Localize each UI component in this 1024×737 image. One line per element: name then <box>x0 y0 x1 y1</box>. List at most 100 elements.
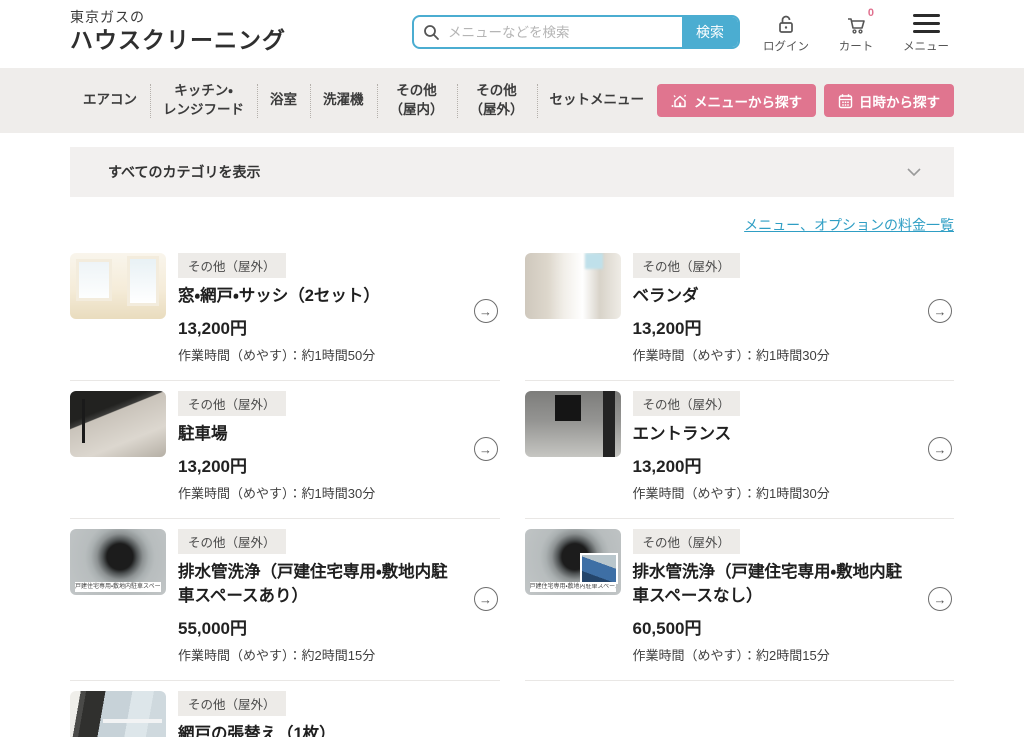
card-image <box>525 253 621 319</box>
card-body: その他（屋外） 排水管洗浄（戸建住宅専用・敷地内駐車スペースあり） 55,000… <box>178 529 500 664</box>
card-category-tag: その他（屋外） <box>178 529 286 554</box>
category-nav: エアコン キッチン・ レンジフード 浴室 洗濯機 その他 （屋内） その他 （屋… <box>0 68 1024 133</box>
header-links: ログイン 0 カート メニュー <box>758 11 954 54</box>
arrow-right-icon: → <box>934 442 947 457</box>
card-image <box>70 391 166 457</box>
nav-item-set-menu[interactable]: セットメニュー <box>537 91 658 109</box>
card-title: 網戸の張替え（1枚） <box>178 723 456 737</box>
search-icon <box>414 17 440 47</box>
service-card[interactable]: その他（屋外） エントランス 13,200円 作業時間（めやす）：約1時間30分… <box>525 381 955 519</box>
card-price: 60,500円 <box>633 614 911 639</box>
lock-icon <box>776 11 796 35</box>
cards-grid: その他（屋外） 窓・網戸・サッシ（2セット） 13,200円 作業時間（めやす）… <box>70 243 954 737</box>
card-work-time: 作業時間（めやす）：約2時間15分 <box>633 645 911 664</box>
nav-item-bathroom[interactable]: 浴室 <box>257 91 310 109</box>
nav-buttons: メニューから探す 日時から探す <box>657 84 954 117</box>
service-card[interactable]: 戸建住宅専用・敷地内駐車スペースあり その他（屋外） 排水管洗浄（戸建住宅専用・… <box>70 519 500 681</box>
card-category-tag: その他（屋外） <box>633 529 741 554</box>
arrow-right-icon: → <box>479 592 492 607</box>
card-title: 排水管洗浄（戸建住宅専用・敷地内駐車スペースあり） <box>178 561 456 609</box>
search-by-menu-button[interactable]: メニューから探す <box>657 84 816 117</box>
card-body: その他（屋外） ベランダ 13,200円 作業時間（めやす）：約1時間30分 <box>633 253 955 364</box>
menu-button[interactable]: メニュー <box>898 11 954 54</box>
search-button[interactable]: 検索 <box>682 17 738 47</box>
cart-button[interactable]: 0 カート <box>828 11 884 54</box>
card-title: ベランダ <box>633 285 911 309</box>
login-button[interactable]: ログイン <box>758 11 814 54</box>
card-category-tag: その他（屋外） <box>178 391 286 416</box>
card-title: 窓・網戸・サッシ（2セット） <box>178 285 456 309</box>
card-work-time: 作業時間（めやす）：約1時間30分 <box>633 483 911 502</box>
menu-label: メニュー <box>903 38 949 54</box>
search-by-datetime-label: 日時から探す <box>859 91 940 111</box>
logo-title: ハウスクリーニング <box>70 26 286 55</box>
card-arrow-button[interactable]: → <box>928 587 952 611</box>
house-icon <box>671 93 688 109</box>
arrow-right-icon: → <box>479 304 492 319</box>
card-price: 55,000円 <box>178 614 456 639</box>
card-image: 戸建住宅専用・敷地内駐車スペースなし <box>525 529 621 595</box>
hamburger-icon <box>913 11 940 35</box>
card-price: 13,200円 <box>633 314 911 339</box>
login-label: ログイン <box>763 38 809 54</box>
card-arrow-button[interactable]: → <box>474 437 498 461</box>
card-body: その他（屋外） 駐車場 13,200円 作業時間（めやす）：約1時間30分 <box>178 391 500 502</box>
card-work-time: 作業時間（めやす）：約2時間15分 <box>178 645 456 664</box>
search-bar: 検索 <box>412 15 740 49</box>
card-body: その他（屋外） エントランス 13,200円 作業時間（めやす）：約1時間30分 <box>633 391 955 502</box>
pricelist-link-row: メニュー、オプションの料金一覧 <box>70 215 954 235</box>
nav-item-laundry[interactable]: 洗濯機 <box>310 91 377 109</box>
card-title: 排水管洗浄（戸建住宅専用・敷地内駐車スペースなし） <box>633 561 911 609</box>
nav-item-aircon[interactable]: エアコン <box>70 91 150 109</box>
service-card[interactable]: 戸建住宅専用・敷地内駐車スペースなし その他（屋外） 排水管洗浄（戸建住宅専用・… <box>525 519 955 681</box>
card-category-tag: その他（屋外） <box>178 691 286 716</box>
arrow-right-icon: → <box>479 442 492 457</box>
card-title: エントランス <box>633 423 911 447</box>
card-price: 13,200円 <box>633 452 911 477</box>
pricelist-link[interactable]: メニュー、オプションの料金一覧 <box>744 217 954 233</box>
card-category-tag: その他（屋外） <box>178 253 286 278</box>
search-input[interactable] <box>440 17 682 47</box>
chevron-down-icon <box>906 167 922 177</box>
nav-item-other-outdoor[interactable]: その他 （屋外） <box>457 82 537 118</box>
site-logo[interactable]: 東京ガスの ハウスクリーニング <box>70 9 286 55</box>
cart-icon: 0 <box>845 11 867 35</box>
card-image <box>70 691 166 737</box>
card-arrow-button[interactable]: → <box>474 299 498 323</box>
card-work-time: 作業時間（めやす）：約1時間30分 <box>633 345 911 364</box>
cart-label: カート <box>839 38 874 54</box>
category-nav-list: エアコン キッチン・ レンジフード 浴室 洗濯機 その他 （屋内） その他 （屋… <box>70 82 657 118</box>
service-card[interactable]: その他（屋外） 駐車場 13,200円 作業時間（めやす）：約1時間30分 → <box>70 381 500 519</box>
card-arrow-button[interactable]: → <box>928 437 952 461</box>
card-image-caption: 戸建住宅専用・敷地内駐車スペースあり <box>75 582 161 592</box>
main-content: すべてのカテゴリを表示 メニュー、オプションの料金一覧 その他（屋外） 窓・網戸… <box>0 147 1024 737</box>
site-header: 東京ガスの ハウスクリーニング 検索 ログイン 0 カート メニュー <box>0 0 1024 68</box>
arrow-right-icon: → <box>934 592 947 607</box>
nav-item-other-indoor[interactable]: その他 （屋内） <box>377 82 457 118</box>
service-card[interactable]: その他（屋外） 網戸の張替え（1枚） 13,200円 作業時間（めやす）：約45… <box>70 681 500 737</box>
logo-subtitle: 東京ガスの <box>70 9 286 27</box>
card-arrow-button[interactable]: → <box>474 587 498 611</box>
card-image <box>70 253 166 319</box>
card-category-tag: その他（屋外） <box>633 253 741 278</box>
card-body: その他（屋外） 排水管洗浄（戸建住宅専用・敷地内駐車スペースなし） 60,500… <box>633 529 955 664</box>
nav-item-kitchen[interactable]: キッチン・ レンジフード <box>150 82 257 118</box>
card-image: 戸建住宅専用・敷地内駐車スペースあり <box>70 529 166 595</box>
show-all-categories-label: すべてのカテゴリを表示 <box>108 162 260 182</box>
card-category-tag: その他（屋外） <box>633 391 741 416</box>
card-title: 駐車場 <box>178 423 456 447</box>
card-arrow-button[interactable]: → <box>928 299 952 323</box>
search-by-menu-label: メニューから探す <box>694 91 802 111</box>
search-by-datetime-button[interactable]: 日時から探す <box>824 84 954 117</box>
card-price: 13,200円 <box>178 314 456 339</box>
show-all-categories-toggle[interactable]: すべてのカテゴリを表示 <box>70 147 954 197</box>
card-image <box>525 391 621 457</box>
cart-badge: 0 <box>868 7 874 19</box>
service-card[interactable]: その他（屋外） 窓・網戸・サッシ（2セット） 13,200円 作業時間（めやす）… <box>70 243 500 381</box>
card-work-time: 作業時間（めやす）：約1時間50分 <box>178 345 456 364</box>
calendar-icon <box>838 93 853 109</box>
card-body: その他（屋外） 窓・網戸・サッシ（2セット） 13,200円 作業時間（めやす）… <box>178 253 500 364</box>
card-image-caption: 戸建住宅専用・敷地内駐車スペースなし <box>530 582 616 592</box>
arrow-right-icon: → <box>934 304 947 319</box>
service-card[interactable]: その他（屋外） ベランダ 13,200円 作業時間（めやす）：約1時間30分 → <box>525 243 955 381</box>
